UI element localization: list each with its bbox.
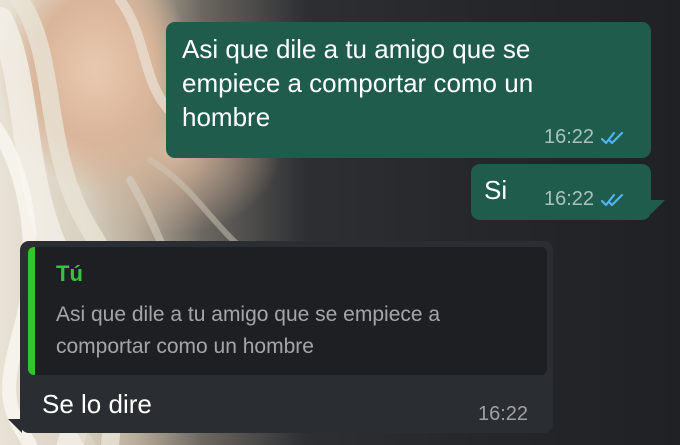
message-time: 16:22 bbox=[544, 126, 595, 148]
outgoing-message-bubble[interactable]: Si 16:22 bbox=[471, 164, 651, 220]
message-meta: 16:22 bbox=[544, 188, 626, 211]
message-time: 16:22 bbox=[544, 188, 595, 210]
quote-accent-bar bbox=[28, 247, 35, 375]
bubble-tail bbox=[8, 419, 22, 433]
quoted-author: Tú bbox=[56, 261, 83, 286]
bubble-tail bbox=[651, 200, 665, 214]
quoted-message[interactable]: Tú Asi que dile a tu amigo que se empiec… bbox=[28, 247, 547, 375]
double-check-icon bbox=[600, 192, 626, 208]
message-text: Asi que dile a tu amigo que se empiece a… bbox=[182, 34, 534, 132]
double-check-icon bbox=[600, 130, 626, 146]
message-meta: 16:22 bbox=[544, 126, 626, 149]
message-time: 16:22 bbox=[478, 403, 529, 425]
quoted-text: Asi que dile a tu amigo que se empiece a… bbox=[56, 303, 441, 358]
outgoing-message-bubble[interactable]: Asi que dile a tu amigo que se empiece a… bbox=[166, 22, 651, 158]
message-text: Se lo dire bbox=[42, 389, 152, 419]
message-text: Si bbox=[484, 175, 508, 205]
